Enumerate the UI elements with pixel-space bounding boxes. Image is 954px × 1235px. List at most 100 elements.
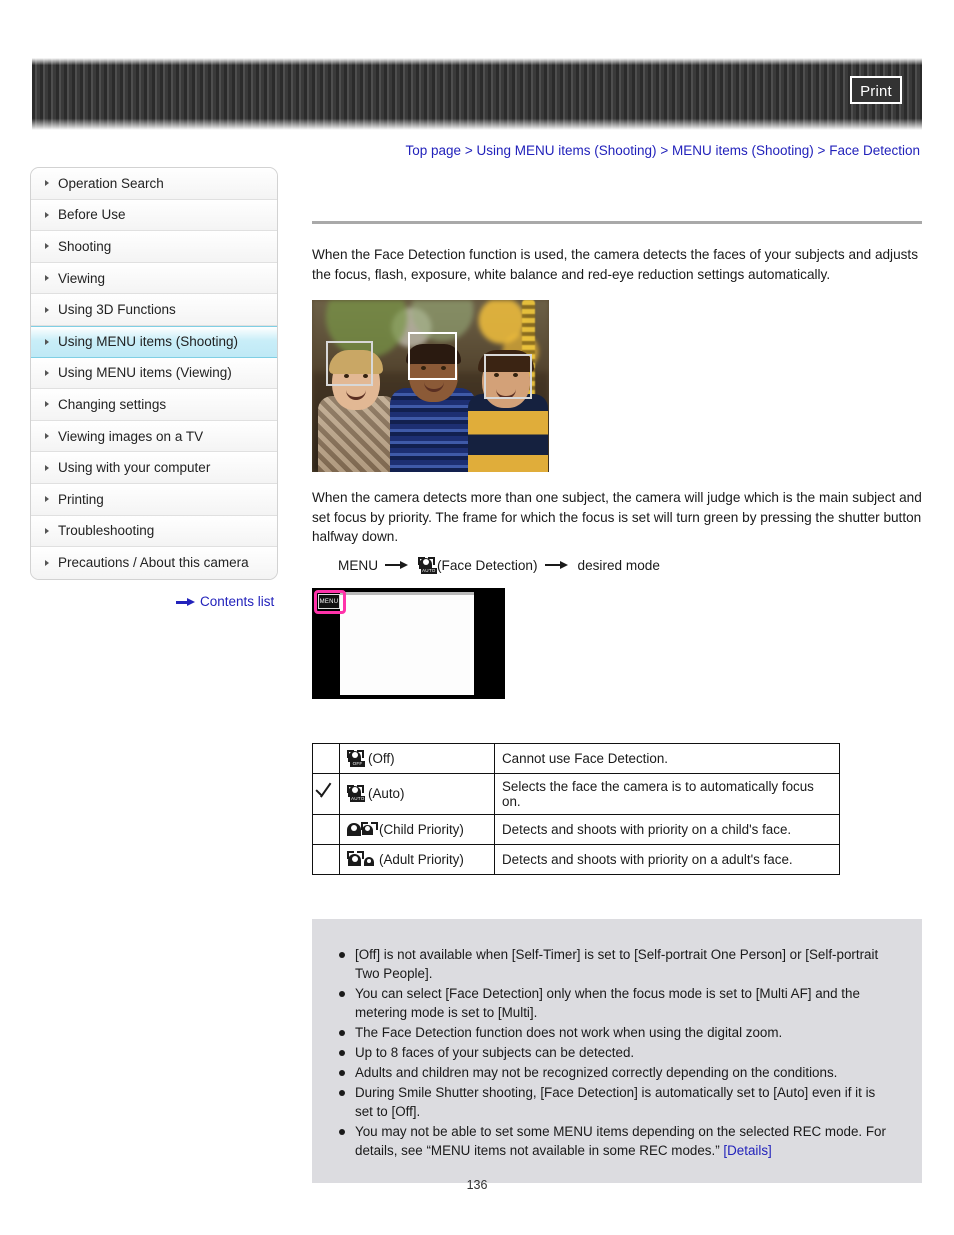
selected-indicator-cell: [312, 772, 340, 815]
menu-button-highlight: [314, 589, 346, 614]
right-arrow-icon: [544, 559, 571, 571]
breadcrumb-separator: >: [817, 143, 826, 158]
chevron-right-icon: [45, 338, 49, 345]
sidebar-item-label: Precautions / About this camera: [58, 555, 249, 571]
camera-lcd-screenshot: MENU: [312, 587, 505, 699]
face-detection-adult-priority-icon: [347, 850, 377, 868]
note-item: [Off] is not available when [Self-Timer]…: [338, 945, 896, 983]
page-number: 136: [466, 1178, 488, 1192]
option-description: Cannot use Face Detection.: [494, 742, 840, 774]
option-label-cell[interactable]: (Child Priority): [339, 813, 495, 845]
option-label-cell[interactable]: OFF (Off): [339, 742, 495, 774]
chevron-right-icon: [45, 306, 49, 313]
sidebar-item-troubleshooting[interactable]: Troubleshooting: [31, 515, 277, 548]
check-icon: [315, 784, 337, 800]
sidebar-item-viewing[interactable]: Viewing: [31, 262, 277, 295]
chevron-right-icon: [45, 433, 49, 440]
print-button[interactable]: Print: [850, 76, 902, 104]
chevron-right-icon: [45, 180, 49, 187]
face-detection-off-icon: OFF: [347, 749, 366, 767]
main-content: When the Face Detection function is used…: [312, 167, 922, 1183]
chevron-right-icon: [45, 464, 49, 471]
option-description: Selects the face the camera is to automa…: [494, 772, 840, 815]
breadcrumb-item-top-page[interactable]: Top page: [406, 143, 462, 158]
smile: [423, 380, 444, 392]
breadcrumb-item-using-menu-items-shooting[interactable]: Using MENU items (Shooting): [477, 143, 657, 158]
table-row: AUTO (Auto) Selects the face the camera …: [312, 772, 840, 815]
sidebar-item-using-menu-items-shooting[interactable]: Using MENU items (Shooting): [31, 325, 277, 358]
option-description: Detects and shoots with priority on a ch…: [494, 813, 840, 845]
sidebar-item-using-menu-items-viewing[interactable]: Using MENU items (Viewing): [31, 357, 277, 390]
menu-path-instruction: MENU AUTO (Face Detection) desired mode: [338, 556, 922, 574]
note-item: During Smile Shutter shooting, [Face Det…: [338, 1083, 896, 1121]
face-detection-options-table: OFF (Off) Cannot use Face Detection. AUT…: [312, 742, 840, 875]
breadcrumb-item-face-detection[interactable]: Face Detection: [829, 143, 920, 158]
sidebar-item-label: Operation Search: [58, 175, 164, 191]
sidebar-item-label: Viewing: [58, 270, 106, 286]
face-detection-frame: [484, 354, 532, 399]
smile: [346, 388, 366, 400]
chevron-right-icon: [45, 559, 49, 566]
section-divider: [312, 221, 922, 224]
sidebar-item-shooting[interactable]: Shooting: [31, 231, 277, 263]
sidebar-item-changing-settings[interactable]: Changing settings: [31, 389, 277, 421]
selected-indicator-cell: [312, 742, 340, 774]
face-detection-auto-icon: AUTO: [347, 785, 366, 802]
contents-list-label: Contents list: [200, 594, 275, 609]
sidebar-item-label: Using with your computer: [58, 460, 211, 476]
sidebar-item-using-3d-functions[interactable]: Using 3D Functions: [31, 294, 277, 326]
right-arrow-icon: [385, 559, 411, 571]
option-label: (Adult Priority): [379, 851, 464, 867]
sidebar-item-label: Changing settings: [58, 396, 167, 412]
face-detection-child-priority-icon: [347, 821, 378, 838]
right-arrow-icon: [176, 597, 196, 607]
note-item: The Face Detection function does not wor…: [338, 1023, 896, 1042]
sidebar-item-viewing-images-on-a-tv[interactable]: Viewing images on a TV: [31, 420, 277, 453]
sidebar-item-precautions-about-this-camera[interactable]: Precautions / About this camera: [31, 547, 277, 579]
breadcrumb-separator: >: [660, 143, 669, 158]
contents-list-link[interactable]: Contents list: [176, 594, 274, 609]
face-detection-icon: AUTO: [418, 556, 437, 574]
table-row: OFF (Off) Cannot use Face Detection.: [312, 742, 840, 774]
sidebar-item-label: Viewing images on a TV: [58, 428, 204, 444]
note-text: You may not be able to set some MENU ite…: [355, 1123, 886, 1158]
sidebar-item-label: Using 3D Functions: [58, 302, 176, 318]
icon-tag: AUTO: [350, 796, 366, 802]
chevron-right-icon: [45, 369, 49, 376]
menu-path-start: MENU: [338, 557, 379, 573]
chevron-right-icon: [45, 243, 49, 250]
second-paragraph: When the camera detects more than one su…: [312, 490, 922, 544]
breadcrumb: Top page > Using MENU items (Shooting) >…: [406, 143, 920, 158]
option-label: (Child Priority): [379, 821, 464, 837]
option-label: (Auto): [368, 786, 405, 801]
banner-stripes: [32, 58, 922, 130]
sidebar-item-label: Shooting: [58, 238, 112, 254]
breadcrumb-item-menu-items-shooting[interactable]: MENU items (Shooting): [672, 143, 814, 158]
chevron-right-icon: [45, 401, 49, 408]
option-label-cell[interactable]: (Adult Priority): [339, 843, 495, 875]
sidebar-item-before-use[interactable]: Before Use: [31, 199, 277, 232]
lcd-screen: [340, 591, 474, 695]
sidebar-item-using-with-your-computer[interactable]: Using with your computer: [31, 452, 277, 484]
note-item: Up to 8 faces of your subjects can be de…: [338, 1043, 896, 1062]
icon-tag: OFF: [350, 760, 365, 767]
breadcrumb-separator: >: [464, 143, 473, 158]
selected-indicator-cell: [312, 813, 340, 845]
chevron-right-icon: [45, 496, 49, 503]
sample-photo-face-detection: [312, 300, 549, 472]
sidebar-nav: Operation Search Before Use Shooting Vie…: [30, 167, 278, 580]
note-item: You can select [Face Detection] only whe…: [338, 984, 896, 1022]
details-link[interactable]: [Details]: [723, 1143, 771, 1158]
sidebar-item-label: Using MENU items (Viewing): [58, 365, 232, 381]
sidebar-item-operation-search[interactable]: Operation Search: [31, 168, 277, 200]
table-row: (Adult Priority) Detects and shoots with…: [312, 843, 840, 875]
face-detection-frame-main: [408, 332, 457, 380]
option-label-cell[interactable]: AUTO (Auto): [339, 772, 495, 815]
intro-paragraph: When the Face Detection function is used…: [312, 247, 919, 282]
sidebar-item-printing[interactable]: Printing: [31, 483, 277, 516]
chevron-right-icon: [45, 211, 49, 218]
sidebar-item-label: Troubleshooting: [58, 523, 155, 539]
menu-path-middle: (Face Detection): [437, 557, 538, 573]
notes-box: [Off] is not available when [Self-Timer]…: [312, 918, 922, 1183]
chevron-right-icon: [45, 275, 49, 282]
